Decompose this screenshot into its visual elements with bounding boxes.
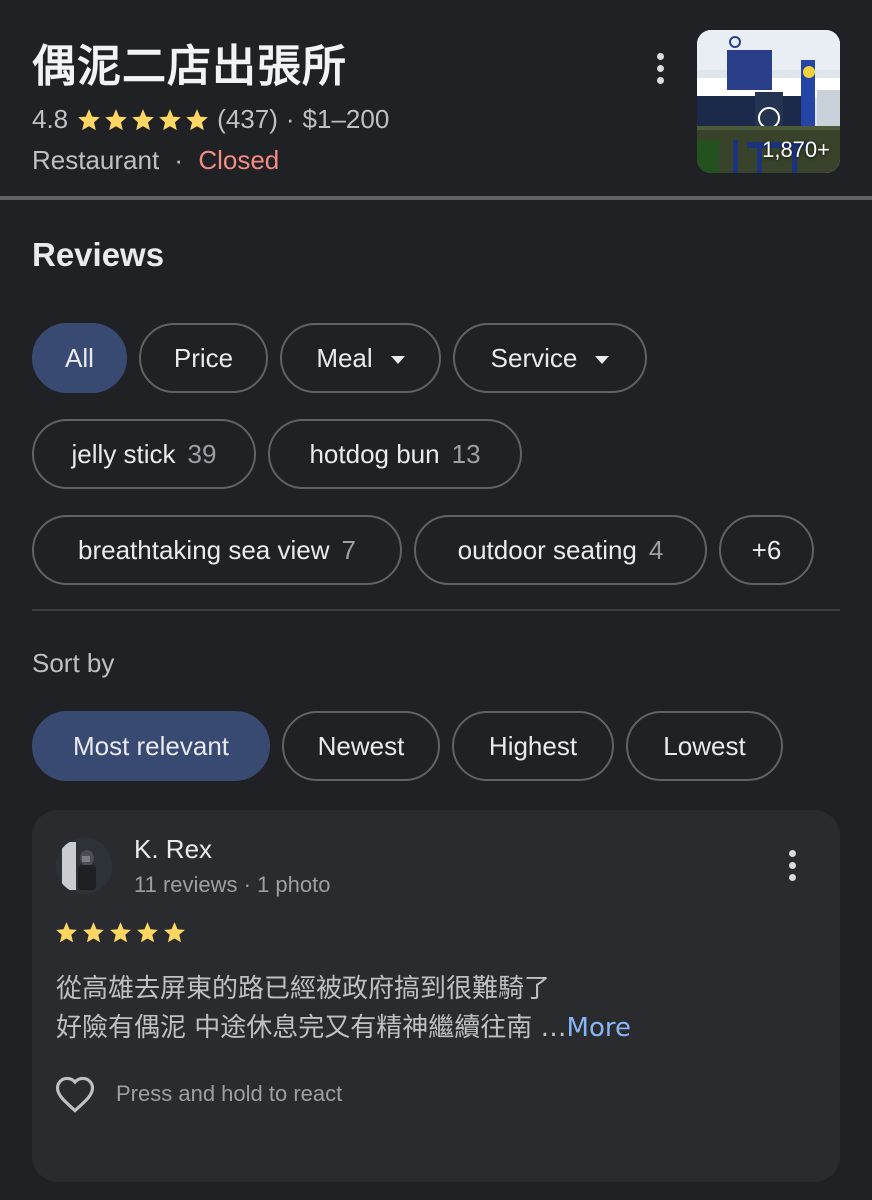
star-icon bbox=[132, 108, 154, 130]
chip-label: +6 bbox=[751, 534, 782, 565]
star-icon bbox=[105, 108, 127, 130]
star-icon bbox=[78, 108, 100, 130]
dropdown-caret-icon bbox=[390, 355, 405, 364]
react-area[interactable]: Press and hold to react bbox=[54, 1074, 342, 1114]
more-topics-chip[interactable]: +6 bbox=[719, 515, 814, 585]
reviewer-name[interactable]: K. Rex bbox=[134, 834, 212, 865]
category-line: Restaurant · Closed bbox=[32, 145, 279, 176]
chip-label: All bbox=[65, 342, 94, 373]
more-options-icon[interactable] bbox=[654, 53, 666, 84]
review-options-icon[interactable] bbox=[786, 850, 798, 881]
open-status: Closed bbox=[198, 145, 280, 175]
sort-chip-highest[interactable]: Highest bbox=[452, 711, 614, 781]
topic-chip-outdoor-seating[interactable]: outdoor seating 4 bbox=[414, 515, 707, 585]
separator-dot: · bbox=[174, 145, 184, 175]
chip-label: breathtaking sea view bbox=[78, 534, 330, 565]
review-stars bbox=[54, 920, 189, 945]
chip-label: hotdog bun bbox=[309, 438, 440, 469]
place-name: 偶泥二店出張所 bbox=[32, 41, 347, 92]
reviews-title: Reviews bbox=[32, 236, 165, 273]
price-range: $1–200 bbox=[302, 104, 390, 134]
star-icon bbox=[164, 922, 185, 943]
topic-chip-hotdog-bun[interactable]: hotdog bun 13 bbox=[268, 419, 522, 489]
sort-chip-lowest[interactable]: Lowest bbox=[626, 711, 783, 781]
chip-label: outdoor seating bbox=[457, 534, 637, 565]
star-icon bbox=[159, 108, 181, 130]
star-icon bbox=[186, 108, 208, 130]
filter-chip-service[interactable]: Service bbox=[453, 323, 647, 393]
rating-stars bbox=[76, 107, 211, 133]
review-card[interactable]: K. Rex 11 reviews · 1 photo 從高雄去屏東的路已經被政… bbox=[32, 810, 840, 1182]
chip-label: Most relevant bbox=[72, 730, 230, 761]
filter-chip-all[interactable]: All bbox=[32, 323, 127, 393]
sort-by-label: Sort by bbox=[32, 648, 115, 678]
sort-chip-newest[interactable]: Newest bbox=[282, 711, 440, 781]
category: Restaurant bbox=[32, 145, 160, 175]
rating-line[interactable]: 4.8 (437) · $1–200 bbox=[32, 104, 389, 135]
review-text-line: 好險有偶泥 中途休息完又有精神繼續往南 …More bbox=[56, 1009, 631, 1048]
sort-chip-most-relevant[interactable]: Most relevant bbox=[32, 711, 270, 781]
review-text: 從高雄去屏東的路已經被政府搞到很難騎了 好險有偶泥 中途休息完又有精神繼續往南 … bbox=[56, 970, 631, 1048]
photo-count: 1,870+ bbox=[762, 137, 830, 162]
chip-count: 4 bbox=[648, 534, 664, 565]
heart-icon[interactable] bbox=[54, 1074, 96, 1114]
avatar-image bbox=[56, 838, 112, 894]
chip-label: Price bbox=[173, 342, 234, 373]
topic-chip-jelly-stick[interactable]: jelly stick 39 bbox=[32, 419, 256, 489]
reviewer-meta: 11 reviews · 1 photo bbox=[134, 872, 331, 897]
chip-label: Service bbox=[490, 342, 578, 373]
chip-label: jelly stick bbox=[71, 438, 176, 469]
avatar[interactable] bbox=[56, 838, 112, 894]
section-divider bbox=[32, 609, 840, 611]
chip-label: Newest bbox=[317, 730, 405, 761]
dropdown-caret-icon bbox=[595, 355, 610, 364]
more-link[interactable]: More bbox=[567, 1013, 631, 1043]
review-text-line: 從高雄去屏東的路已經被政府搞到很難騎了 bbox=[56, 974, 551, 1004]
star-icon bbox=[83, 922, 104, 943]
rating-value: 4.8 bbox=[32, 104, 69, 134]
review-count: (437) bbox=[217, 104, 278, 134]
separator-dot: · bbox=[285, 104, 295, 134]
chip-count: 7 bbox=[341, 534, 356, 565]
filter-chip-meal[interactable]: Meal bbox=[280, 323, 441, 393]
react-hint: Press and hold to react bbox=[116, 1081, 343, 1106]
place-photo[interactable]: 1,870+ bbox=[697, 30, 840, 173]
star-icon bbox=[137, 922, 158, 943]
place-header: 偶泥二店出張所 4.8 (437) · $1–200 Restaurant · … bbox=[0, 0, 872, 198]
chip-count: 39 bbox=[187, 438, 217, 469]
header-divider bbox=[0, 196, 872, 200]
star-icon bbox=[110, 922, 131, 943]
review-text-snippet: 好險有偶泥 中途休息完又有精神繼續往南 … bbox=[56, 1013, 567, 1043]
chip-label: Meal bbox=[316, 342, 373, 373]
chip-label: Lowest bbox=[663, 730, 746, 761]
topic-chip-sea-view[interactable]: breathtaking sea view 7 bbox=[32, 515, 402, 585]
chip-label: Highest bbox=[488, 730, 578, 761]
chip-count: 13 bbox=[451, 438, 481, 469]
star-icon bbox=[56, 922, 77, 943]
filter-chip-price[interactable]: Price bbox=[139, 323, 268, 393]
